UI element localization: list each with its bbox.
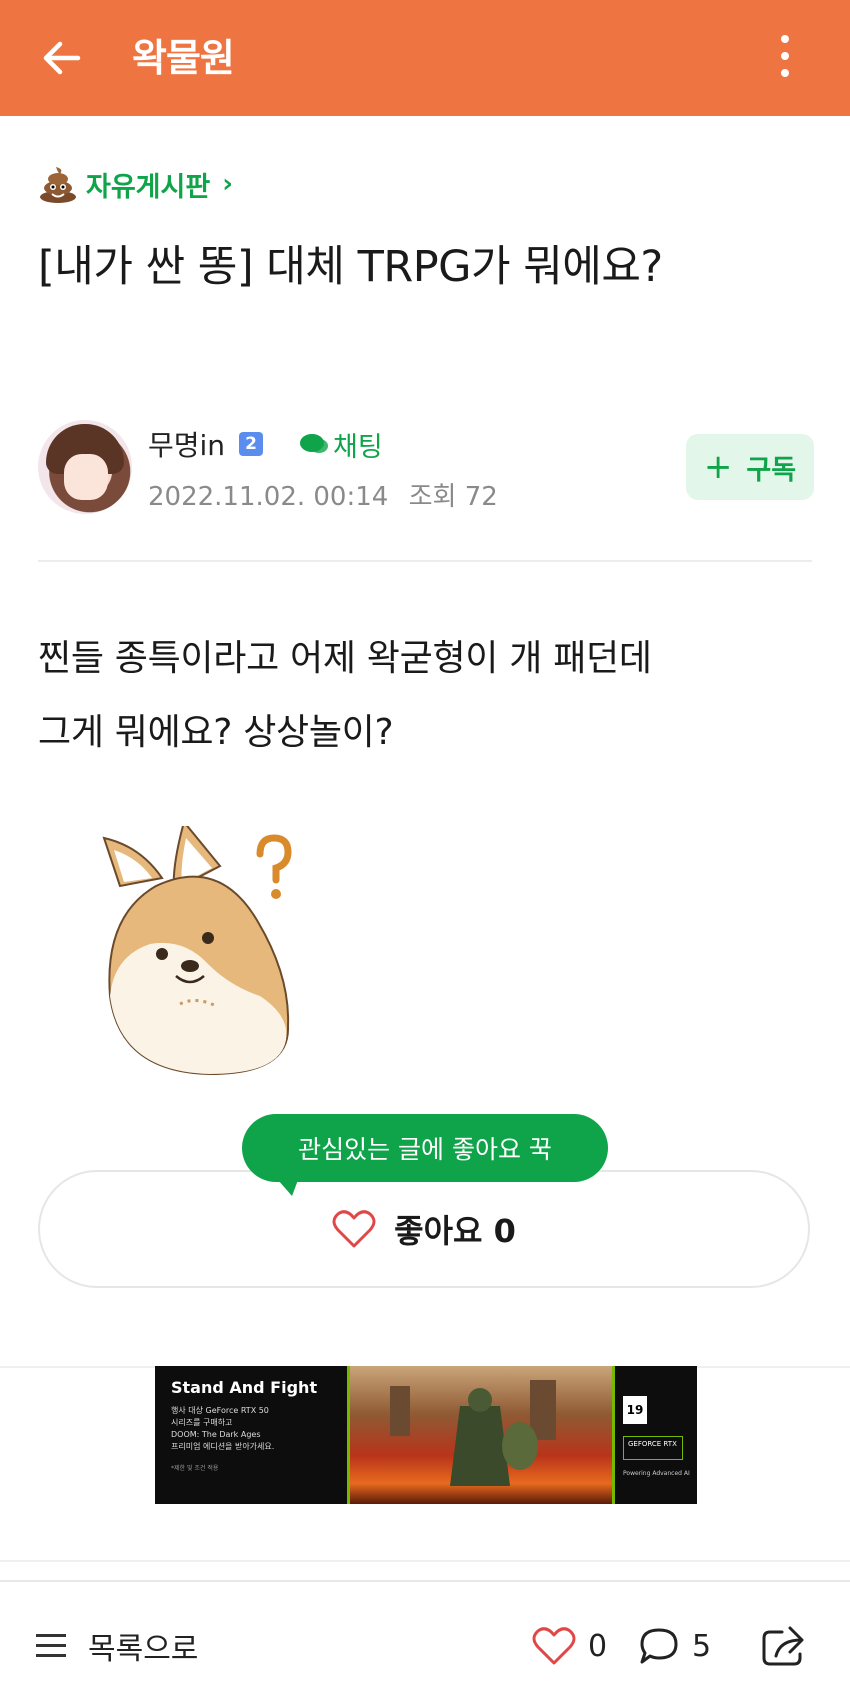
board-name: 자유게시판 [86,171,211,203]
board-link[interactable]: 자유게시판 › [38,164,233,204]
poop-icon [40,167,76,203]
menu-icon [36,1634,66,1658]
like-tooltip: 관심있는 글에 좋아요 꾹 [242,1114,608,1196]
author-row: 무명in 2 채팅 [148,424,383,464]
post-meta: 2022.11.02. 00:14 조회 72 [148,476,498,513]
comment-icon [640,1628,678,1664]
ad-headline: Stand And Fight [171,1378,318,1397]
brand-label: GEFORCE RTX [628,1440,677,1448]
ad-line: DOOM: The Dark Ages [171,1430,261,1439]
chat-label: 채팅 [333,431,383,463]
more-vertical-icon[interactable] [770,30,800,86]
divider [0,1580,850,1582]
level-badge: 2 [239,432,264,456]
ad-text: Stand And Fight 행사 대상 GeForce RTX 50 시리즈… [171,1378,351,1472]
ad-artwork [347,1366,615,1504]
age-rating-badge: 19 [623,1396,647,1424]
post-title: [내가 싼 똥] 대체 TRPG가 뭐에요? [38,242,663,292]
bottom-like-button[interactable]: 0 [532,1622,607,1670]
tooltip-text: 관심있는 글에 좋아요 꾹 [298,1135,552,1164]
plus-icon: + [703,447,733,487]
list-label: 목록으로 [88,1632,199,1667]
avatar[interactable] [38,420,132,514]
ad-line: 행사 대상 GeForce RTX 50 [171,1406,269,1415]
chevron-right-icon: › [222,169,233,199]
nvidia-logo: GEFORCE RTX [623,1436,683,1460]
app-bar: 왁물원 [0,0,850,116]
ad-note: *제한 및 조건 적용 [171,1465,219,1472]
ad-banner[interactable]: Stand And Fight 행사 대상 GeForce RTX 50 시리즈… [155,1366,697,1504]
divider [0,1560,850,1562]
share-icon[interactable] [760,1622,806,1668]
post-body-line: 찐들 종특이라고 어제 왁굳형이 개 패던데 [38,638,652,679]
heart-icon [332,1210,376,1248]
post-body: 찐들 종특이라고 어제 왁굳형이 개 패던데 그게 뭐에요? 상상놀이? [38,622,818,770]
ad-line: 프리미엄 에디션을 받아가세요. [171,1442,275,1451]
brand-tagline: Powering Advanced AI [623,1470,690,1477]
like-button[interactable]: 좋아요 0 [38,1170,810,1288]
comment-count: 5 [692,1628,712,1664]
divider [38,560,812,562]
heart-icon [532,1627,576,1665]
corgi-sticker [102,826,292,1076]
chat-button[interactable]: 채팅 [299,425,383,464]
post-body-line: 그게 뭐에요? 상상놀이? [38,712,394,753]
like-label: 좋아요 0 [394,1212,516,1250]
subscribe-label: 구독 [746,454,797,486]
post-date: 2022.11.02. 00:14 [148,482,389,512]
chat-bubble-icon [300,434,329,453]
like-count: 0 [588,1628,608,1664]
app-title: 왁물원 [132,36,235,80]
list-button[interactable]: 목록으로 [36,1622,198,1670]
ad-line: 시리즈를 구매하고 [171,1418,233,1427]
comment-button[interactable]: 5 [638,1622,711,1670]
subscribe-button[interactable]: + 구독 [686,434,814,500]
arrow-left-icon[interactable] [38,34,86,82]
author-name[interactable]: 무명in [148,424,225,464]
view-count: 조회 72 [408,482,498,512]
